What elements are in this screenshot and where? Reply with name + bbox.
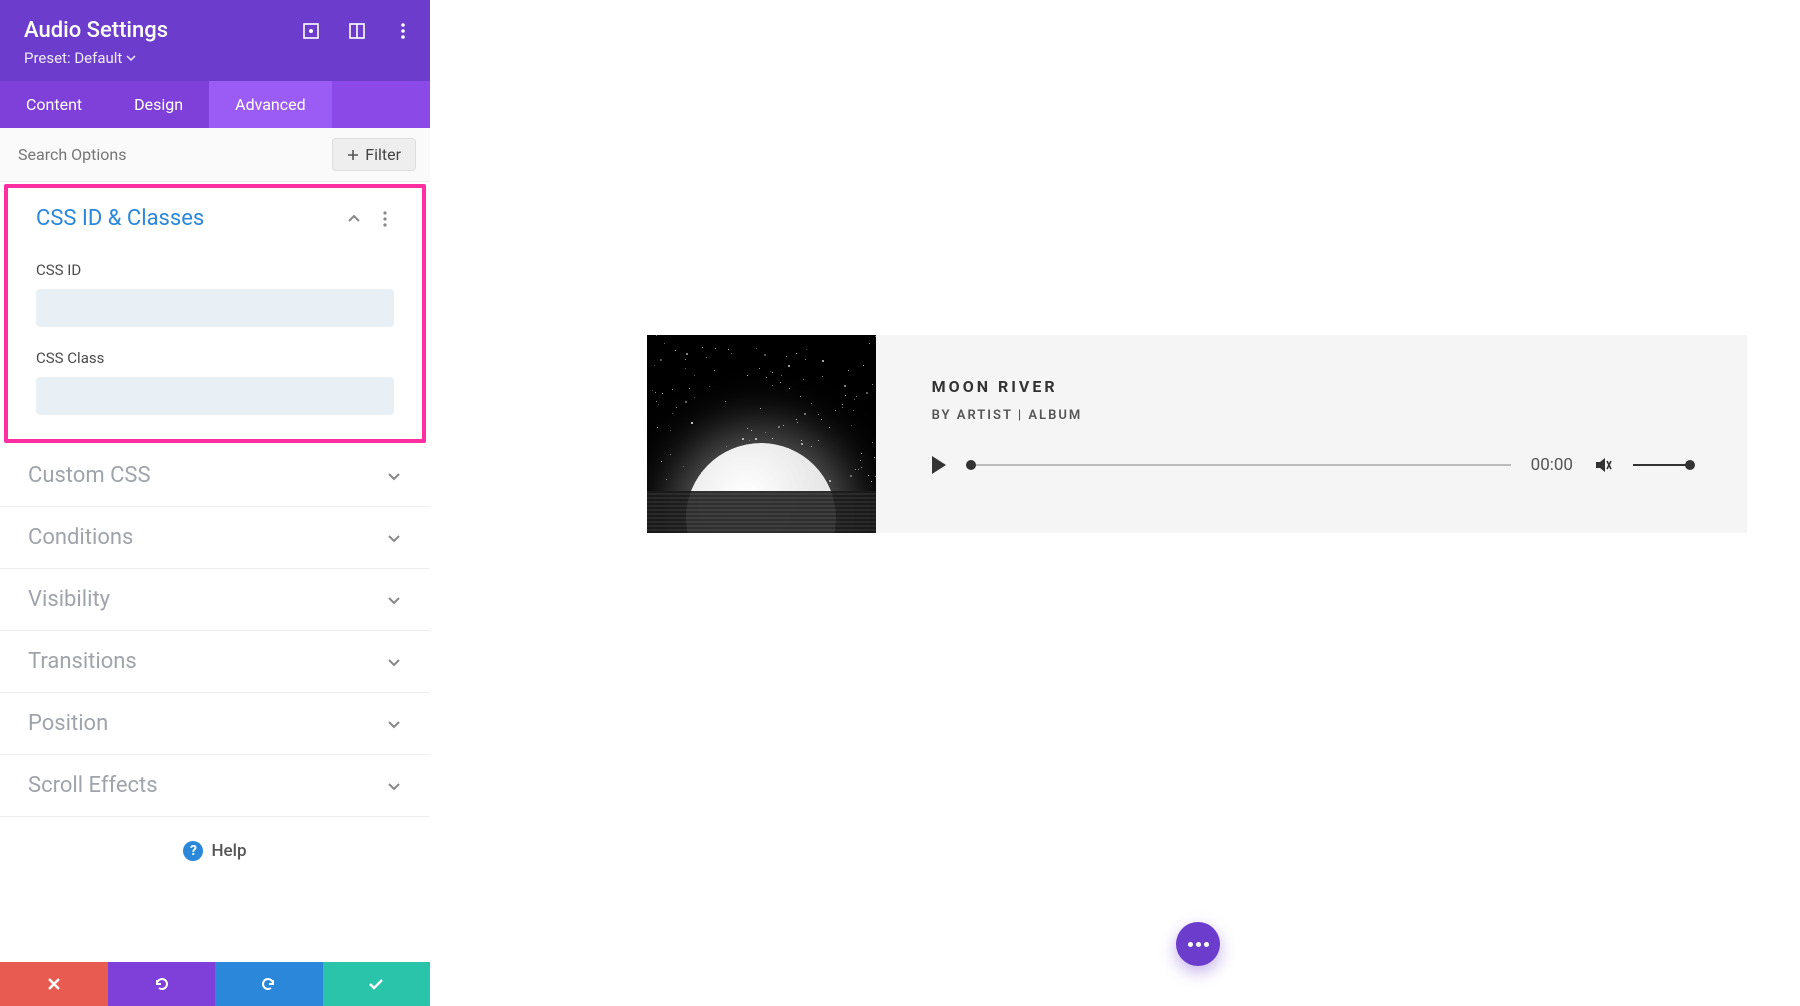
- tab-advanced[interactable]: Advanced: [209, 81, 332, 128]
- section-header-scroll-effects[interactable]: Scroll Effects: [0, 755, 430, 816]
- preset-label: Preset: Default: [24, 49, 122, 67]
- audio-info: MOON RIVER BY ARTIST | ALBUM 00:00: [876, 335, 1747, 533]
- volume-bar[interactable]: [1633, 464, 1691, 466]
- player-controls: 00:00: [932, 455, 1691, 475]
- track-title: MOON RIVER: [932, 377, 1691, 396]
- filter-label: Filter: [365, 145, 401, 164]
- progress-bar[interactable]: [966, 464, 1511, 466]
- css-id-input[interactable]: [36, 289, 394, 327]
- play-button[interactable]: [932, 456, 946, 474]
- kebab-menu-icon[interactable]: [394, 22, 412, 40]
- close-icon: [45, 975, 63, 993]
- time-label: 00:00: [1531, 455, 1573, 475]
- chevron-down-icon: [386, 468, 402, 484]
- redo-button[interactable]: [215, 962, 323, 1006]
- section-title: Transitions: [28, 649, 137, 674]
- check-icon: [367, 975, 385, 993]
- progress-handle[interactable]: [966, 460, 976, 470]
- cancel-button[interactable]: [0, 962, 108, 1006]
- volume-handle[interactable]: [1685, 460, 1695, 470]
- bottom-action-bar: [0, 962, 430, 1006]
- audio-module: MOON RIVER BY ARTIST | ALBUM 00:00: [647, 335, 1747, 533]
- section-title: Scroll Effects: [28, 773, 158, 798]
- chevron-down-icon: [126, 53, 136, 63]
- section-header-conditions[interactable]: Conditions: [0, 507, 430, 568]
- more-actions-fab[interactable]: [1176, 922, 1220, 966]
- section-title: Position: [28, 711, 108, 736]
- section-title: Visibility: [28, 587, 110, 612]
- album-cover: [647, 335, 876, 533]
- chevron-down-icon: [386, 778, 402, 794]
- tabs: Content Design Advanced: [0, 81, 430, 128]
- filter-button[interactable]: Filter: [332, 138, 416, 171]
- highlighted-section: CSS ID & Classes CSS ID CSS Class: [4, 184, 426, 443]
- preset-dropdown[interactable]: Preset: Default: [24, 49, 406, 67]
- section-header-position[interactable]: Position: [0, 693, 430, 754]
- help-icon: ?: [183, 841, 203, 861]
- expand-icon[interactable]: [302, 22, 320, 40]
- water-graphic: [647, 491, 876, 533]
- chevron-up-icon: [346, 211, 362, 227]
- chevron-down-icon: [386, 716, 402, 732]
- section-title: CSS ID & Classes: [36, 206, 204, 231]
- chevron-down-icon: [386, 530, 402, 546]
- settings-sidebar: Audio Settings Preset: Default Content D…: [0, 0, 430, 1006]
- kebab-menu-icon[interactable]: [376, 210, 394, 228]
- panel-header: Audio Settings Preset: Default: [0, 0, 430, 81]
- section-header-transitions[interactable]: Transitions: [0, 631, 430, 692]
- undo-button[interactable]: [108, 962, 216, 1006]
- section-header-visibility[interactable]: Visibility: [0, 569, 430, 630]
- help-label: Help: [211, 841, 246, 861]
- section-list: CSS ID & Classes CSS ID CSS Class Custom…: [0, 182, 430, 962]
- redo-icon: [260, 975, 278, 993]
- columns-icon[interactable]: [348, 22, 366, 40]
- preview-area: MOON RIVER BY ARTIST | ALBUM 00:00: [430, 0, 1800, 1006]
- help-link[interactable]: ? Help: [0, 817, 430, 885]
- chevron-down-icon: [386, 654, 402, 670]
- section-header-css-id-classes[interactable]: CSS ID & Classes: [8, 188, 422, 249]
- section-title: Conditions: [28, 525, 133, 550]
- css-id-label: CSS ID: [36, 261, 394, 279]
- search-input[interactable]: [14, 139, 332, 170]
- tab-design[interactable]: Design: [108, 81, 209, 128]
- more-icon: [1188, 942, 1209, 947]
- css-class-label: CSS Class: [36, 349, 394, 367]
- css-class-input[interactable]: [36, 377, 394, 415]
- mute-button[interactable]: [1593, 455, 1613, 475]
- save-button[interactable]: [323, 962, 431, 1006]
- section-header-custom-css[interactable]: Custom CSS: [0, 445, 430, 506]
- search-row: Filter: [0, 128, 430, 182]
- section-body-css: CSS ID CSS Class: [8, 249, 422, 439]
- tab-content[interactable]: Content: [0, 81, 108, 128]
- section-title: Custom CSS: [28, 463, 151, 488]
- plus-icon: [347, 149, 359, 161]
- chevron-down-icon: [386, 592, 402, 608]
- track-subtitle: BY ARTIST | ALBUM: [932, 408, 1691, 423]
- undo-icon: [152, 975, 170, 993]
